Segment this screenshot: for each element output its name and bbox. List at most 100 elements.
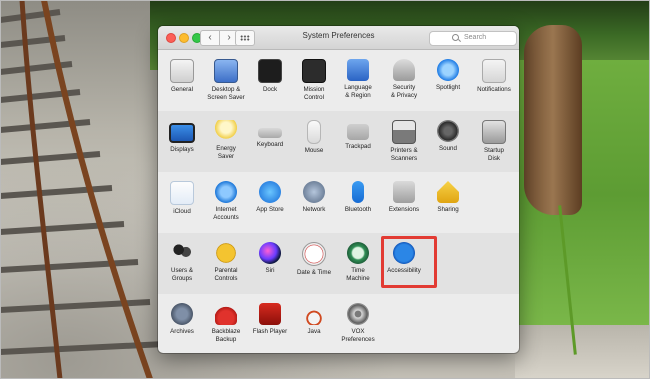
pane-label: Sound <box>439 145 457 152</box>
general-icon <box>170 59 194 83</box>
pane-label: VOX Preferences <box>341 328 375 343</box>
pane-vox-preferences[interactable]: VOX Preferences <box>336 303 380 343</box>
pane-bluetooth[interactable]: Bluetooth <box>336 181 380 214</box>
pane-security-privacy[interactable]: Security & Privacy <box>382 59 426 99</box>
bluetooth-icon <box>352 181 364 203</box>
pane-label: App Store <box>256 206 284 213</box>
pane-parental-controls[interactable]: Parental Controls <box>204 242 248 282</box>
wallpaper-railroad-track <box>0 0 166 379</box>
pane-label: Printers & Scanners <box>390 147 418 162</box>
pane-icloud[interactable]: iCloud <box>160 181 204 216</box>
pane-extensions[interactable]: Extensions <box>382 181 426 214</box>
search-placeholder: Search <box>464 33 487 41</box>
sharing-icon <box>437 181 459 203</box>
pane-printers-scanners[interactable]: Printers & Scanners <box>382 120 426 162</box>
mission-control-icon <box>302 59 326 83</box>
pane-label: Startup Disk <box>484 147 504 162</box>
pane-label: Time Machine <box>346 267 370 282</box>
dock-icon <box>258 59 282 83</box>
wallpaper-tree-stump <box>524 25 582 215</box>
java-icon <box>303 303 325 325</box>
pane-label: Archives <box>170 328 194 335</box>
pane-label: General <box>170 86 193 93</box>
pane-sound[interactable]: Sound <box>426 120 470 153</box>
pane-label: Java <box>307 328 321 335</box>
search-icon <box>452 34 459 41</box>
pane-label: iCloud <box>173 208 191 215</box>
pane-startup-disk[interactable]: Startup Disk <box>472 120 516 162</box>
pane-label: Dock <box>262 86 278 93</box>
pane-archives[interactable]: Archives <box>160 303 204 336</box>
pane-label: Sharing <box>437 206 459 213</box>
pane-label: Energy Saver <box>216 145 236 160</box>
pane-time-machine[interactable]: Time Machine <box>336 242 380 282</box>
pane-label: Displays <box>170 146 194 153</box>
internet-accounts-icon <box>215 181 237 203</box>
pane-trackpad[interactable]: Trackpad <box>336 120 380 151</box>
pane-network[interactable]: Network <box>292 181 336 214</box>
pane-label: Mouse <box>304 147 324 154</box>
mouse-icon <box>307 120 321 144</box>
pane-label: Mission Control <box>303 86 325 101</box>
parental-controls-icon <box>215 242 237 264</box>
pane-notifications[interactable]: Notifications <box>472 59 516 94</box>
search-field[interactable]: Search <box>429 31 517 46</box>
notifications-icon <box>482 59 506 83</box>
pane-dock[interactable]: Dock <box>248 59 292 94</box>
date-time-icon <box>302 242 326 266</box>
printers-scanners-icon <box>392 120 416 144</box>
pane-users-groups[interactable]: Users & Groups <box>160 242 204 282</box>
displays-icon <box>169 123 195 143</box>
pane-label: Language & Region <box>344 84 372 99</box>
pane-label: Siri <box>265 267 275 274</box>
startup-disk-icon <box>482 120 506 144</box>
language-region-icon <box>347 59 369 81</box>
title-bar: ‹ › System Preferences Search <box>158 26 519 50</box>
system-preferences-window: ‹ › System Preferences Search General Des… <box>158 26 519 353</box>
pane-keyboard[interactable]: Keyboard <box>248 120 292 149</box>
pane-label: Parental Controls <box>214 267 238 282</box>
pane-displays[interactable]: Displays <box>160 120 204 154</box>
flash-player-icon <box>259 303 281 325</box>
trackpad-icon <box>347 124 369 140</box>
desktop-screensaver-icon <box>214 59 238 83</box>
pane-mouse[interactable]: Mouse <box>292 120 336 155</box>
pane-app-store[interactable]: App Store <box>248 181 292 214</box>
keyboard-icon <box>258 128 282 138</box>
backblaze-backup-icon <box>215 303 237 325</box>
sound-icon <box>437 120 459 142</box>
spotlight-icon <box>437 59 459 81</box>
users-groups-icon <box>171 242 193 264</box>
energy-saver-icon <box>215 120 237 142</box>
pane-label: Keyboard <box>256 141 284 148</box>
pane-label: Internet Accounts <box>213 206 239 221</box>
pane-energy-saver[interactable]: Energy Saver <box>204 120 248 160</box>
siri-icon <box>259 242 281 264</box>
pane-mission-control[interactable]: Mission Control <box>292 59 336 101</box>
pane-general[interactable]: General <box>160 59 204 94</box>
extensions-icon <box>393 181 415 203</box>
pane-label: Extensions <box>388 206 420 213</box>
pane-language-region[interactable]: Language & Region <box>336 59 380 99</box>
pane-label: Date & Time <box>296 269 332 276</box>
archives-icon <box>171 303 193 325</box>
pane-label: Spotlight <box>435 84 461 91</box>
pane-flash-player[interactable]: Flash Player <box>248 303 292 336</box>
pane-label: Flash Player <box>252 328 288 335</box>
pane-internet-accounts[interactable]: Internet Accounts <box>204 181 248 221</box>
time-machine-icon <box>347 242 369 264</box>
pane-label: Network <box>302 206 326 213</box>
pane-date-time[interactable]: Date & Time <box>292 242 336 277</box>
icloud-icon <box>170 181 194 205</box>
pane-label: Desktop & Screen Saver <box>207 86 245 101</box>
pane-label: Security & Privacy <box>390 84 418 99</box>
pane-java[interactable]: Java <box>292 303 336 336</box>
pane-backblaze-backup[interactable]: Backblaze Backup <box>204 303 248 343</box>
pane-desktop-screensaver[interactable]: Desktop & Screen Saver <box>204 59 248 101</box>
pane-siri[interactable]: Siri <box>248 242 292 275</box>
pane-sharing[interactable]: Sharing <box>426 181 470 214</box>
pane-spotlight[interactable]: Spotlight <box>426 59 470 92</box>
accessibility-highlight-box <box>381 236 437 288</box>
wallpaper-gravel <box>515 325 650 379</box>
pane-label: Backblaze Backup <box>211 328 241 343</box>
